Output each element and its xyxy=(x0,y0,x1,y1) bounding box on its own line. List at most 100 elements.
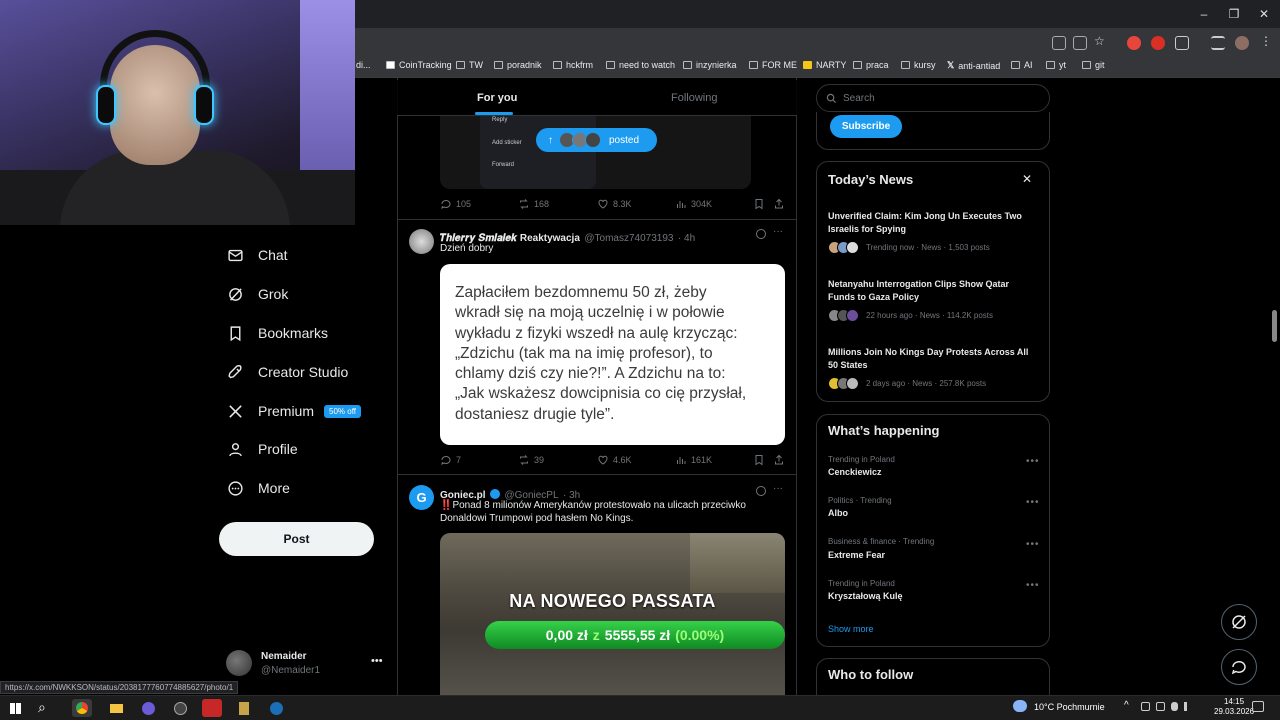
tab-following[interactable]: Following xyxy=(671,92,717,104)
nav-more[interactable]: More xyxy=(227,473,290,503)
tweet-image[interactable]: Zapłaciłem bezdomnemu 50 zł, żeby wkradł… xyxy=(440,264,785,445)
bookmark-item[interactable]: hckfrm xyxy=(553,60,593,70)
grok-fab[interactable] xyxy=(1221,604,1257,640)
app-icon[interactable] xyxy=(202,699,222,717)
like-button[interactable]: 4.6K xyxy=(597,454,632,466)
bookmark-folder[interactable]: FOR ME xyxy=(749,60,797,70)
app-icon[interactable] xyxy=(170,699,190,717)
subscribe-button[interactable]: Subscribe xyxy=(830,115,902,138)
screen: – ❐ ✕ ☆ ⋮ di... CoinTracking TW poradnik… xyxy=(0,0,1280,720)
new-posts-pill[interactable]: ↑ posted xyxy=(536,128,657,152)
news-title[interactable]: Unverified Claim: Kim Jong Un Executes T… xyxy=(828,210,1038,236)
nav-bookmarks[interactable]: Bookmarks xyxy=(227,318,328,348)
share-button[interactable] xyxy=(773,454,785,466)
views-button[interactable]: 161K xyxy=(675,454,712,466)
volume-icon xyxy=(1184,702,1193,711)
trend-title[interactable]: Extreme Fear xyxy=(828,550,885,560)
grok-icon[interactable] xyxy=(756,486,766,496)
views-button[interactable]: 304K xyxy=(675,198,712,210)
search-input[interactable]: Search xyxy=(816,84,1050,112)
bookmark-folder[interactable]: yt xyxy=(1046,60,1066,70)
reading-list-icon[interactable] xyxy=(1211,36,1225,50)
bookmark-folder[interactable]: kursy xyxy=(901,60,936,70)
scrollbar-thumb[interactable] xyxy=(1272,310,1277,342)
news-title[interactable]: Netanyahu Interrogation Clips Show Qatar… xyxy=(828,278,1038,304)
chevron-up-icon[interactable]: ^ xyxy=(1124,700,1129,711)
timestamp[interactable]: · 4h xyxy=(678,233,695,244)
bookmark-button[interactable] xyxy=(753,198,765,210)
retweet-button[interactable]: 168 xyxy=(518,198,549,210)
bookmark-item[interactable]: poradnik xyxy=(494,60,542,70)
extension-icon[interactable] xyxy=(1127,36,1141,50)
bookmark-item[interactable]: need to watch xyxy=(606,60,675,70)
chrome-app-icon[interactable] xyxy=(72,699,92,717)
avatar[interactable] xyxy=(226,650,252,676)
bookmark-folder[interactable]: praca xyxy=(853,60,889,70)
nav-chat[interactable]: Chat xyxy=(227,240,288,270)
reply-button[interactable]: 105 xyxy=(440,198,471,210)
nav-premium[interactable]: Premium 50% off xyxy=(227,396,361,426)
bookmark-folder[interactable]: git xyxy=(1082,60,1105,70)
tray-icons[interactable] xyxy=(1141,702,1199,712)
account-name[interactable]: Nemaider xyxy=(261,651,307,662)
bookmark-button[interactable] xyxy=(753,454,765,466)
reply-button[interactable]: 7 xyxy=(440,454,461,466)
weather-text[interactable]: 10°C Pochmurnie xyxy=(1034,702,1105,712)
install-icon[interactable] xyxy=(1073,36,1087,50)
clock[interactable]: 14:15 29.03.2026 xyxy=(1214,697,1254,717)
trend-title[interactable]: Kryształową Kulę xyxy=(828,591,903,601)
file-explorer-icon[interactable] xyxy=(106,699,126,717)
app-icon[interactable] xyxy=(138,699,158,717)
notifications-icon[interactable] xyxy=(1252,701,1264,712)
trend-title[interactable]: Cenckiewicz xyxy=(828,467,882,477)
post-button[interactable]: Post xyxy=(219,522,374,556)
minimize-icon[interactable]: – xyxy=(1196,6,1212,22)
account-more-icon[interactable]: ••• xyxy=(371,655,383,667)
restore-icon[interactable]: ❐ xyxy=(1226,6,1242,22)
avatar[interactable] xyxy=(409,229,434,254)
trend-title[interactable]: Albo xyxy=(828,508,848,518)
avatar[interactable]: G xyxy=(409,485,434,510)
tweet-more-icon[interactable]: ··· xyxy=(773,483,783,494)
retweet-button[interactable]: 39 xyxy=(518,454,544,466)
show-more-link[interactable]: Show more xyxy=(828,624,874,634)
trend-more-icon[interactable]: ••• xyxy=(1026,497,1040,508)
nav-label: Profile xyxy=(258,441,298,457)
nav-creator-studio[interactable]: Creator Studio xyxy=(227,357,348,387)
bookmark-folder[interactable]: AI xyxy=(1011,60,1033,70)
adblock-icon[interactable] xyxy=(1151,36,1165,50)
grok-icon[interactable] xyxy=(756,229,766,239)
steam-icon[interactable] xyxy=(266,699,286,717)
bookmark-item[interactable]: 𝕏anti-antiad xyxy=(947,60,1000,71)
bookmark-item[interactable]: NARTY xyxy=(803,60,846,70)
browser-menu-icon[interactable]: ⋮ xyxy=(1260,34,1274,48)
grok-icon xyxy=(1232,615,1246,629)
bookmark-item[interactable]: CoinTracking xyxy=(386,60,452,70)
close-icon[interactable]: ✕ xyxy=(1022,172,1032,186)
bookmark-folder[interactable]: inzynierka xyxy=(683,60,737,70)
share-button[interactable] xyxy=(773,198,785,210)
windows-start-icon[interactable] xyxy=(6,699,26,717)
profile-avatar-icon[interactable] xyxy=(1235,36,1249,50)
translate-icon[interactable] xyxy=(1052,36,1066,50)
tweet-more-icon[interactable]: ··· xyxy=(773,226,783,237)
trend-more-icon[interactable]: ••• xyxy=(1026,539,1040,550)
search-icon[interactable]: ⌕ xyxy=(38,699,58,717)
messages-fab[interactable] xyxy=(1221,649,1257,685)
tweet-video[interactable]: NA NOWEGO PASSATA 0,00 zł z 5555,55 zł (… xyxy=(440,533,785,695)
weather-icon[interactable] xyxy=(1013,700,1027,712)
nav-profile[interactable]: Profile xyxy=(227,434,298,464)
bookmark-item[interactable]: TW xyxy=(456,60,483,70)
close-window-icon[interactable]: ✕ xyxy=(1256,6,1272,22)
like-button[interactable]: 8.3K xyxy=(597,198,632,210)
app-icon[interactable] xyxy=(234,699,254,717)
nav-grok[interactable]: Grok xyxy=(227,279,288,309)
extensions-puzzle-icon[interactable] xyxy=(1175,36,1189,50)
author-handle[interactable]: @Tomasz74073193 xyxy=(584,233,673,244)
tab-for-you[interactable]: For you xyxy=(477,92,517,104)
news-title[interactable]: Millions Join No Kings Day Protests Acro… xyxy=(828,346,1038,372)
trend-more-icon[interactable]: ••• xyxy=(1026,456,1040,467)
bookmark-item[interactable]: di... xyxy=(356,60,371,70)
trend-more-icon[interactable]: ••• xyxy=(1026,580,1040,591)
bookmark-star-icon[interactable]: ☆ xyxy=(1094,34,1108,48)
